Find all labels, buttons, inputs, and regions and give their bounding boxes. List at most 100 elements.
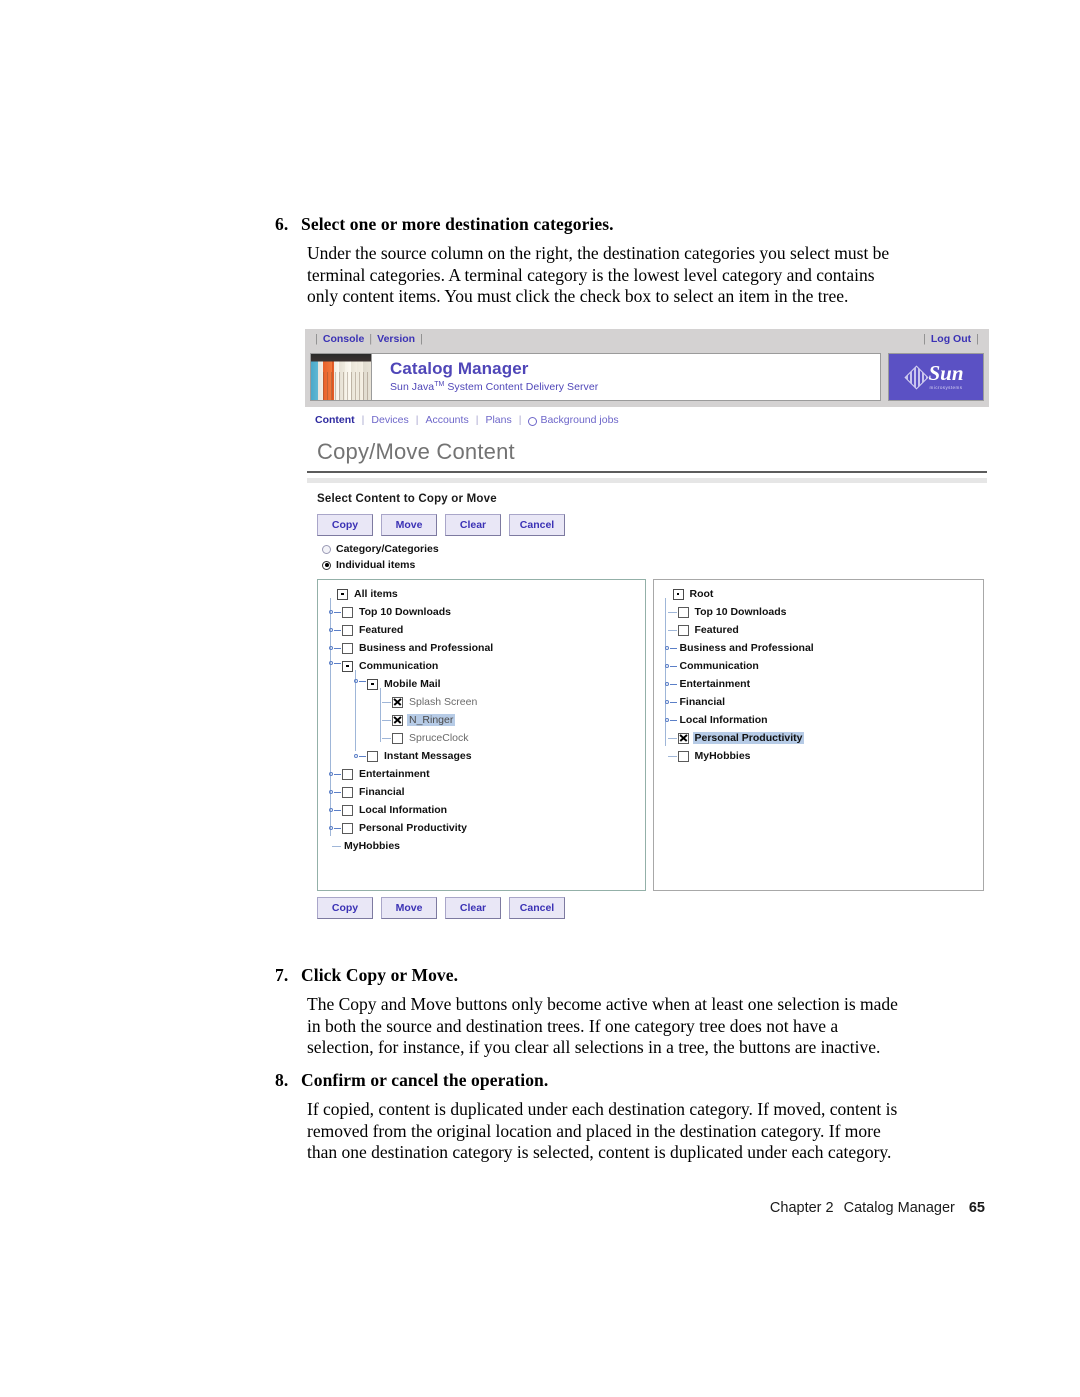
clear-button-bottom[interactable]: Clear bbox=[445, 897, 501, 919]
tree-node-personal-productivity[interactable]: Personal Productivity bbox=[659, 729, 984, 747]
tree-node-all-items[interactable]: All items bbox=[323, 585, 645, 603]
logout-link[interactable]: Log Out bbox=[931, 333, 971, 345]
checkbox-unchecked-icon[interactable] bbox=[342, 606, 353, 618]
tree-node-financial[interactable]: Financial bbox=[659, 693, 984, 711]
radio-category-categories[interactable]: Category/Categories bbox=[305, 536, 989, 555]
tree-node-label: Mobile Mail bbox=[384, 678, 441, 690]
checkbox-unchecked-icon[interactable] bbox=[342, 786, 353, 798]
checkbox-unchecked-icon[interactable] bbox=[342, 822, 353, 834]
footer-page-number: 65 bbox=[968, 1200, 985, 1216]
tree-leaf-stub bbox=[664, 729, 678, 747]
tree-node-entertainment[interactable]: Entertainment bbox=[323, 765, 645, 783]
checkbox-checked-icon[interactable] bbox=[392, 696, 403, 708]
tree-node-mobile-mail[interactable]: Mobile Mail bbox=[323, 675, 645, 693]
checkbox-unchecked-icon[interactable] bbox=[342, 642, 353, 654]
tree-expand-handle[interactable] bbox=[664, 711, 678, 729]
tree-expand-handle[interactable] bbox=[664, 657, 678, 675]
move-button-bottom[interactable]: Move bbox=[381, 897, 437, 919]
version-link[interactable]: Version bbox=[377, 333, 415, 345]
tree-node-entertainment[interactable]: Entertainment bbox=[659, 675, 984, 693]
checkbox-unchecked-icon[interactable] bbox=[342, 804, 353, 816]
tree-leaf-stub bbox=[378, 711, 392, 729]
tree-node-n-ringer[interactable]: N_Ringer bbox=[323, 711, 645, 729]
checkbox-unchecked-icon[interactable] bbox=[677, 624, 689, 636]
nav-item-devices[interactable]: Devices bbox=[371, 414, 408, 426]
tree-node-financial[interactable]: Financial bbox=[323, 783, 645, 801]
copy-button[interactable]: Copy bbox=[317, 514, 373, 536]
step-heading-text: Select one or more destination categorie… bbox=[301, 214, 614, 234]
source-tree-panel[interactable]: All items Top 10 Downloads Featured Busi… bbox=[317, 579, 646, 891]
tree-expand-handle[interactable] bbox=[328, 801, 342, 819]
cancel-button-bottom[interactable]: Cancel bbox=[509, 897, 565, 919]
checkbox-checked-icon[interactable] bbox=[677, 732, 689, 744]
tree-collapse-handle[interactable] bbox=[328, 657, 342, 675]
tree-node-communication[interactable]: Communication bbox=[323, 657, 645, 675]
step-heading-text: Click Copy or Move. bbox=[301, 965, 459, 985]
tree-node-myhobbies[interactable]: MyHobbies bbox=[659, 747, 984, 765]
tree-expand-handle[interactable] bbox=[328, 819, 342, 837]
checkbox-unchecked-icon[interactable] bbox=[392, 732, 403, 744]
tree-node-root[interactable]: Root bbox=[659, 585, 984, 603]
tree-collapse-handle[interactable] bbox=[353, 675, 367, 693]
checkbox-unchecked-icon[interactable] bbox=[342, 768, 353, 780]
tree-expand-handle[interactable] bbox=[664, 693, 678, 711]
banner-main: Catalog Manager Sun JavaTM System Conten… bbox=[372, 353, 881, 401]
nav-item-accounts[interactable]: Accounts bbox=[426, 414, 469, 426]
tree-leaf-stub bbox=[664, 747, 678, 765]
nav-item-background-jobs[interactable]: Background jobs bbox=[540, 414, 618, 426]
copy-button-bottom[interactable]: Copy bbox=[317, 897, 373, 919]
tree-expand-handle[interactable] bbox=[664, 639, 678, 657]
tree-expand-handle[interactable] bbox=[328, 765, 342, 783]
nav-separator: | bbox=[518, 414, 522, 426]
checkbox-unchecked-icon[interactable] bbox=[677, 606, 689, 618]
cancel-button[interactable]: Cancel bbox=[509, 514, 565, 536]
tree-node-featured[interactable]: Featured bbox=[323, 621, 645, 639]
tree-node-business-and-professional[interactable]: Business and Professional bbox=[323, 639, 645, 657]
tree-node-business-and-professional[interactable]: Business and Professional bbox=[659, 639, 984, 657]
clock-icon bbox=[528, 416, 538, 426]
destination-tree-panel[interactable]: Root Top 10 Downloads Featured Business … bbox=[652, 579, 984, 891]
tree-node-featured[interactable]: Featured bbox=[659, 621, 984, 639]
tree-handle-none bbox=[323, 585, 337, 603]
app-banner: Catalog Manager Sun JavaTM System Conten… bbox=[305, 349, 989, 407]
tree-node-communication[interactable]: Communication bbox=[659, 657, 984, 675]
sun-logo-sub: microsystems bbox=[929, 385, 963, 390]
move-button[interactable]: Move bbox=[381, 514, 437, 536]
tree-expand-handle[interactable] bbox=[664, 675, 678, 693]
sun-logo: Sun microsystems bbox=[888, 353, 984, 401]
tree-expand-handle[interactable] bbox=[328, 783, 342, 801]
tree-node-top-10-downloads[interactable]: Top 10 Downloads bbox=[323, 603, 645, 621]
tree-node-instant-messages[interactable]: Instant Messages bbox=[323, 747, 645, 765]
tree-node-label: Personal Productivity bbox=[359, 822, 467, 834]
nav-item-content[interactable]: Content bbox=[315, 414, 355, 426]
radio-label-category-categories: Category/Categories bbox=[336, 543, 439, 555]
radio-icon-unselected[interactable] bbox=[322, 544, 331, 554]
tree-node-label: Communication bbox=[679, 660, 759, 672]
tree-node-myhobbies[interactable]: MyHobbies bbox=[323, 837, 645, 855]
checkbox-checked-icon[interactable] bbox=[392, 714, 403, 726]
radio-icon-selected[interactable] bbox=[322, 560, 331, 570]
tree-node-local-information[interactable]: Local Information bbox=[659, 711, 984, 729]
nav-item-plans[interactable]: Plans bbox=[485, 414, 511, 426]
tree-node-spruceclock[interactable]: SpruceClock bbox=[323, 729, 645, 747]
step-body-line: terminal categories. A terminal category… bbox=[307, 264, 875, 285]
tree-expand-handle[interactable] bbox=[328, 639, 342, 657]
checkbox-unchecked-icon[interactable] bbox=[677, 750, 689, 762]
page-title: Copy/Move Content bbox=[317, 439, 515, 464]
checkbox-unchecked-icon[interactable] bbox=[367, 750, 378, 762]
tree-node-label: Local Information bbox=[359, 804, 448, 816]
tree-expand-handle[interactable] bbox=[328, 603, 342, 621]
tree-node-local-information[interactable]: Local Information bbox=[323, 801, 645, 819]
primary-nav: Content | Devices | Accounts | Plans | B… bbox=[305, 407, 989, 433]
tree-expand-handle[interactable] bbox=[328, 621, 342, 639]
tree-node-personal-productivity[interactable]: Personal Productivity bbox=[323, 819, 645, 837]
checkbox-unchecked-icon[interactable] bbox=[342, 624, 353, 636]
tree-node-top-10-downloads[interactable]: Top 10 Downloads bbox=[659, 603, 984, 621]
radio-individual-items[interactable]: Individual items bbox=[305, 555, 989, 571]
console-link[interactable]: Console bbox=[323, 333, 364, 345]
step-body-line: If copied, content is duplicated under e… bbox=[307, 1099, 898, 1119]
tree-expand-handle[interactable] bbox=[353, 747, 367, 765]
tree-node-splash-screen[interactable]: Splash Screen bbox=[323, 693, 645, 711]
clear-button[interactable]: Clear bbox=[445, 514, 501, 536]
